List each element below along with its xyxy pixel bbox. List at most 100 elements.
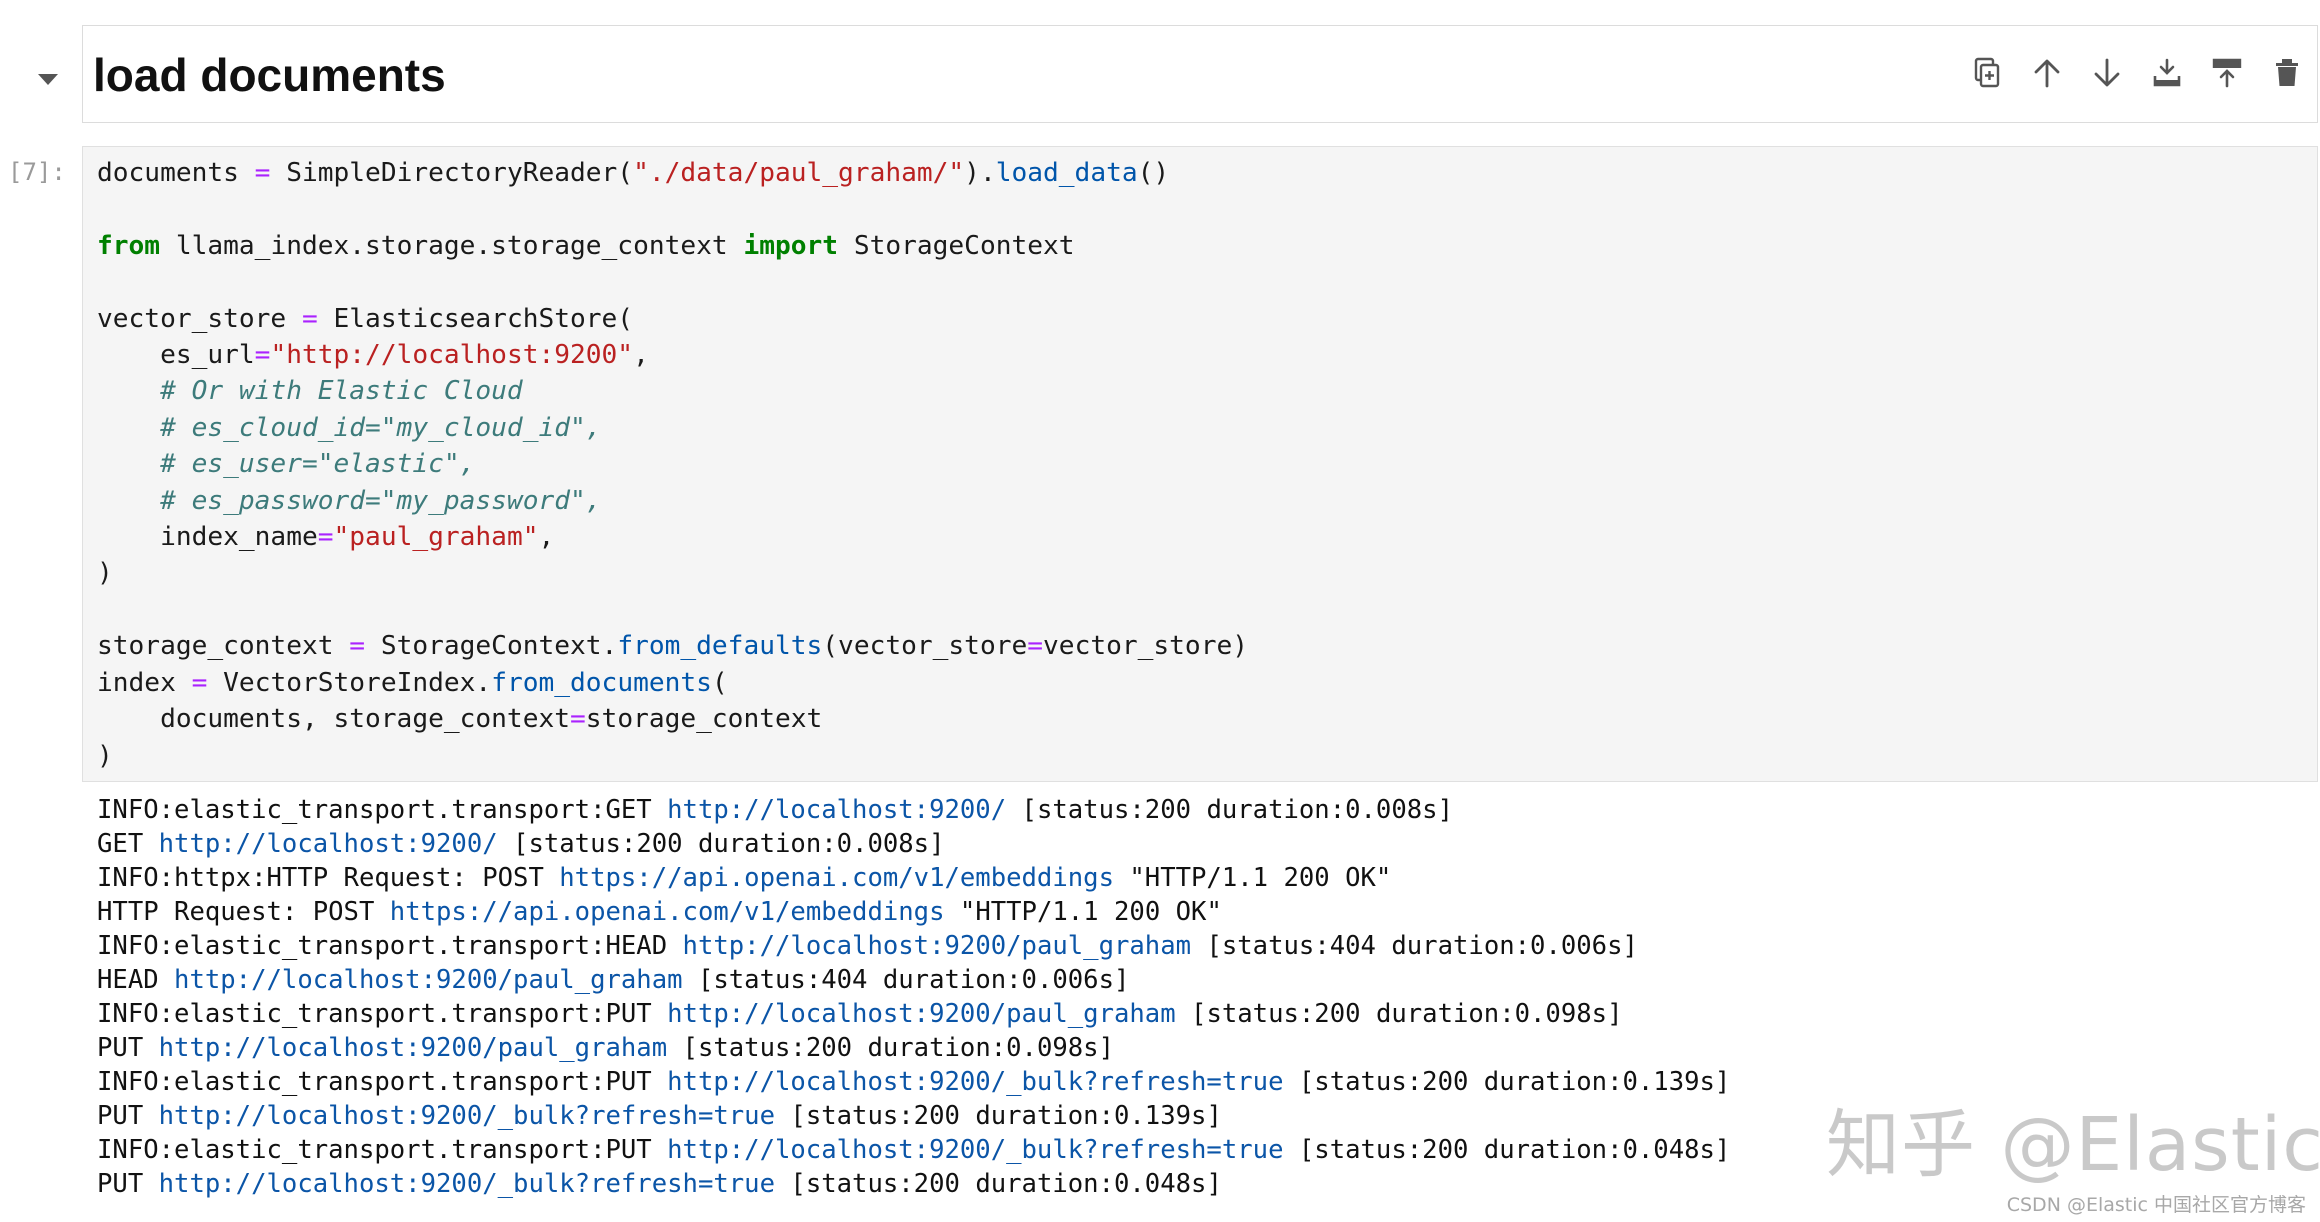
execution-count: [7]:: [8, 158, 66, 186]
code-token: (): [1137, 158, 1170, 188]
output-line: GET http://localhost:9200/ [status:200 d…: [97, 827, 1730, 861]
code-token: INFO:elastic_transport.transport:PUT: [97, 1135, 668, 1165]
insert-above-button[interactable]: [2197, 56, 2257, 106]
move-up-button[interactable]: [2017, 56, 2077, 106]
code-token: (vector_store: [822, 631, 1028, 662]
output-link[interactable]: http://localhost:9200/: [159, 829, 498, 859]
code-token: documents, storage_context: [97, 704, 570, 735]
code-line: from llama_index.storage.storage_context…: [97, 228, 1248, 264]
code-token: =: [317, 522, 334, 553]
code-token: [status:404 duration:0.006s]: [682, 965, 1130, 995]
code-text: documents = SimpleDirectoryReader("./dat…: [97, 155, 1248, 774]
code-token: # es_user="elastic",: [97, 449, 476, 480]
code-token: VectorStoreIndex.: [207, 667, 492, 698]
code-token: =: [191, 667, 208, 698]
move-down-button[interactable]: [2077, 56, 2137, 106]
zhihu-watermark: 知乎 @Elastic: [1826, 1102, 2320, 1188]
insert-below-button[interactable]: [2137, 56, 2197, 106]
code-line: ​: [97, 264, 1248, 300]
code-token: INFO:elastic_transport.transport:PUT: [97, 999, 668, 1029]
code-token: load_data: [995, 158, 1138, 188]
code-token: [status:200 duration:0.048s]: [775, 1169, 1222, 1199]
insert-below-icon: [2153, 58, 2181, 87]
code-token: [status:200 duration:0.008s]: [497, 829, 945, 859]
caret-down-icon: [38, 74, 58, 85]
code-token: INFO:httpx:HTTP Request: POST: [97, 863, 560, 893]
code-line: es_url="http://localhost:9200",: [97, 337, 1248, 373]
code-token: PUT: [97, 1169, 159, 1199]
output-link[interactable]: http://localhost:9200/paul_graham: [683, 931, 1192, 961]
code-token: [status:200 duration:0.098s]: [667, 1033, 1114, 1063]
output-link[interactable]: http://localhost:9200/: [667, 795, 1006, 825]
duplicate-cell-button[interactable]: [1957, 56, 2017, 106]
code-token: =: [301, 303, 318, 334]
delete-cell-button[interactable]: [2257, 56, 2317, 106]
output-line: INFO:elastic_transport.transport:PUT htt…: [97, 1133, 1730, 1167]
code-line: # es_cloud_id="my_cloud_id",: [97, 410, 1248, 446]
cell-toolbar: [1957, 56, 2317, 106]
cell-output: INFO:elastic_transport.transport:GET htt…: [97, 793, 1730, 1201]
output-line: INFO:elastic_transport.transport:HEAD ht…: [97, 929, 1730, 963]
arrow-down-icon: [2094, 58, 2120, 87]
output-link[interactable]: http://localhost:9200/paul_graham: [159, 1033, 668, 1063]
output-line: PUT http://localhost:9200/_bulk?refresh=…: [97, 1167, 1730, 1201]
output-line: INFO:httpx:HTTP Request: POST https://ap…: [97, 861, 1730, 895]
output-link[interactable]: http://localhost:9200/paul_graham: [174, 965, 683, 995]
output-line: INFO:elastic_transport.transport:PUT htt…: [97, 1065, 1730, 1099]
code-line: # es_password="my_password",: [97, 483, 1248, 519]
code-cell-editor[interactable]: documents = SimpleDirectoryReader("./dat…: [82, 146, 2318, 782]
code-token: vector_store): [1043, 631, 1248, 662]
code-token: from: [97, 230, 161, 261]
code-token: storage_context: [97, 631, 350, 662]
code-token: INFO:elastic_transport.transport:HEAD: [97, 931, 683, 961]
code-token: [status:200 duration:0.139s]: [1283, 1067, 1731, 1097]
code-line: ​: [97, 191, 1248, 227]
output-link[interactable]: http://localhost:9200/paul_graham: [667, 999, 1176, 1029]
output-line: INFO:elastic_transport.transport:GET htt…: [97, 793, 1730, 827]
code-line: ): [97, 738, 1248, 774]
code-token: SimpleDirectoryReader(: [270, 158, 634, 188]
code-token: [status:200 duration:0.098s]: [1175, 999, 1623, 1029]
code-token: es_url: [97, 340, 255, 371]
code-token: =: [570, 704, 586, 735]
code-token: =: [254, 340, 271, 371]
code-line: documents, storage_context=storage_conte…: [97, 701, 1248, 737]
code-line: storage_context = StorageContext.from_de…: [97, 628, 1248, 664]
code-token: index: [97, 667, 192, 698]
code-token: ).: [964, 158, 996, 188]
code-token: StorageContext.: [365, 631, 618, 662]
output-link[interactable]: https://api.openai.com/v1/embeddings: [559, 863, 1114, 893]
output-link[interactable]: http://localhost:9200/_bulk?refresh=true: [159, 1101, 775, 1131]
duplicate-cell-icon: [1974, 57, 2000, 88]
code-token: INFO:elastic_transport.transport:PUT: [97, 1067, 668, 1097]
code-token: "HTTP/1.1 200 OK": [944, 897, 1222, 927]
code-token: =: [254, 158, 271, 188]
code-token: PUT: [97, 1033, 159, 1063]
code-token: # es_cloud_id="my_cloud_id",: [97, 412, 602, 443]
code-token: storage_context: [585, 704, 823, 735]
code-token: (: [711, 667, 728, 698]
output-link[interactable]: http://localhost:9200/_bulk?refresh=true: [667, 1067, 1283, 1097]
markdown-cell[interactable]: load documents: [82, 25, 2318, 123]
cell-heading: load documents: [93, 49, 446, 101]
code-token: documents: [97, 158, 255, 188]
code-token: ,: [538, 522, 555, 553]
collapse-cell-button[interactable]: [34, 66, 62, 94]
code-token: =: [1027, 631, 1044, 662]
insert-above-icon: [2212, 58, 2242, 88]
code-line: documents = SimpleDirectoryReader("./dat…: [97, 155, 1248, 191]
trash-icon: [2276, 59, 2298, 86]
code-token: HEAD: [97, 965, 175, 995]
code-token: =: [349, 631, 366, 662]
output-link[interactable]: http://localhost:9200/_bulk?refresh=true: [667, 1135, 1283, 1165]
output-link[interactable]: http://localhost:9200/_bulk?refresh=true: [159, 1169, 775, 1199]
code-token: # Or with Elastic Cloud: [97, 376, 523, 407]
output-link[interactable]: https://api.openai.com/v1/embeddings: [390, 897, 945, 927]
code-token: PUT: [97, 1101, 159, 1131]
code-line: ​: [97, 592, 1248, 628]
code-token: vector_store: [97, 303, 302, 334]
output-line: PUT http://localhost:9200/_bulk?refresh=…: [97, 1099, 1730, 1133]
arrow-up-icon: [2034, 59, 2060, 88]
code-token: "HTTP/1.1 200 OK": [1113, 863, 1392, 893]
output-line: INFO:elastic_transport.transport:PUT htt…: [97, 997, 1730, 1031]
